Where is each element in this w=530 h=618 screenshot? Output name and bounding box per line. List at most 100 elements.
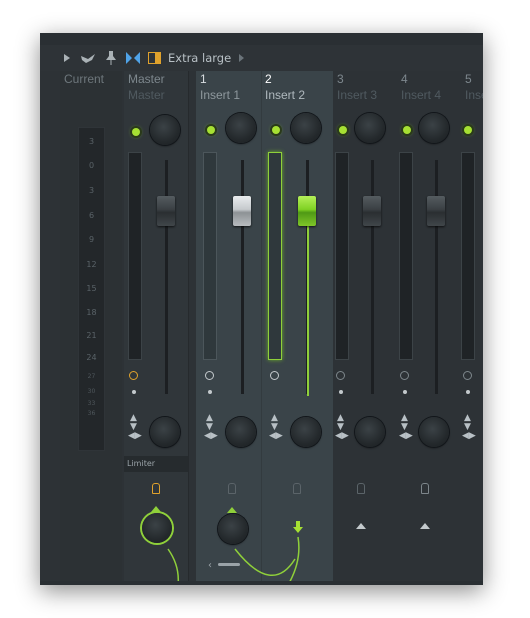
current-header: Current (64, 71, 124, 115)
insert-swap-updown-icon-3[interactable]: ▲ ▼ (337, 414, 344, 432)
master-swap-leftright-icon[interactable]: ◀▶ (128, 432, 142, 441)
scale-label: 12 (86, 260, 97, 269)
insert-name-5: Inse (465, 88, 483, 102)
insert-send-arrow-icon-4[interactable] (420, 523, 430, 529)
master-fx-label: Limiter (127, 459, 156, 468)
insert-clock-icon-1[interactable] (205, 371, 214, 380)
insert-mute-led-1[interactable] (207, 126, 215, 134)
insert-header-3[interactable]: 3 Insert 3 (337, 71, 397, 115)
master-send-arrow-icon[interactable] (151, 506, 161, 512)
insert-level-meter-4 (399, 152, 413, 360)
insert-stereo-knob-3[interactable] (355, 417, 385, 447)
master-header[interactable]: Master Master (128, 71, 188, 115)
next-arrow-icon[interactable] (236, 49, 246, 67)
insert-pan-knob-2[interactable] (291, 113, 321, 143)
insert-stereo-knob-2[interactable] (291, 417, 321, 447)
scale-label: 3 (88, 137, 95, 146)
insert-pan-knob-4[interactable] (419, 113, 449, 143)
horizontal-scrollbar[interactable] (218, 563, 240, 566)
insert-swap-leftright-icon-3[interactable]: ◀▶ (335, 432, 349, 441)
master-send-knob[interactable] (142, 513, 172, 543)
pin-icon[interactable] (102, 49, 120, 67)
insert-volume-fader-3[interactable] (363, 196, 381, 226)
master-mute-led[interactable] (132, 128, 140, 136)
insert-swap-updown-icon-2[interactable]: ▲ ▼ (271, 414, 278, 432)
insert-strip-3[interactable]: 3 Insert 3 ▲ ▼ ◀▶ (333, 71, 397, 581)
insert-header-5[interactable]: 5 Inse (465, 71, 483, 115)
insert-clock-icon-5[interactable] (463, 371, 472, 380)
master-record-icon[interactable] (152, 483, 160, 494)
insert-send-knob-1[interactable] (218, 514, 248, 544)
master-strip[interactable]: Master Master ▲ ▼ ◀▶ Limiter (124, 71, 188, 581)
master-clock-icon[interactable] (129, 371, 138, 380)
insert-header-1[interactable]: 1 Insert 1 (200, 71, 260, 115)
insert-record-icon-1[interactable] (228, 483, 236, 494)
insert-dot-icon-4 (403, 390, 407, 394)
insert-stereo-knob-4[interactable] (419, 417, 449, 447)
insert-mute-led-5[interactable] (464, 126, 472, 134)
scale-label: 24 (86, 353, 97, 362)
insert-number-3: 3 (337, 72, 344, 86)
insert-level-meter-5 (461, 152, 475, 360)
insert-number-5: 5 (465, 72, 472, 86)
insert-clock-icon-2[interactable] (270, 371, 279, 380)
insert-pan-knob-1[interactable] (226, 113, 256, 143)
insert-swap-leftright-icon-2[interactable]: ◀▶ (269, 432, 283, 441)
insert-send-line-2 (307, 226, 309, 396)
bird-icon[interactable] (78, 49, 98, 67)
insert-swap-updown-icon-4[interactable]: ▲ ▼ (401, 414, 408, 432)
scale-label: 36 (87, 410, 96, 417)
insert-pan-knob-3[interactable] (355, 113, 385, 143)
insert-level-meter-1 (203, 152, 217, 360)
bowtie-icon[interactable] (124, 49, 142, 67)
insert-number-2: 2 (265, 72, 272, 86)
insert-record-icon-2[interactable] (293, 483, 301, 494)
column-divider (188, 71, 189, 581)
insert-send-arrow-icon-3[interactable] (356, 523, 366, 529)
master-fx-slot[interactable]: Limiter (124, 456, 188, 472)
master-number: Master (128, 72, 165, 86)
insert-level-meter-2 (268, 152, 282, 360)
insert-mute-led-3[interactable] (339, 126, 347, 134)
insert-volume-fader-2[interactable] (298, 196, 316, 226)
master-name: Master (128, 88, 165, 102)
insert-send-arrow-icon-1[interactable] (227, 507, 237, 513)
insert-volume-fader-4[interactable] (427, 196, 445, 226)
column-divider (261, 71, 262, 581)
scale-label: 33 (87, 400, 96, 407)
scale-label: 6 (88, 211, 95, 220)
insert-clock-icon-3[interactable] (336, 371, 345, 380)
insert-swap-updown-icon-5[interactable]: ▲ ▼ (464, 414, 471, 432)
master-volume-fader[interactable] (157, 196, 175, 226)
master-swap-updown-icon[interactable]: ▲ ▼ (130, 414, 137, 432)
insert-strip-2[interactable]: 2 Insert 2 ▲ ▼ ◀▶ (261, 71, 333, 581)
insert-header-2[interactable]: 2 Insert 2 (265, 71, 325, 115)
view-size-label[interactable]: Extra large (168, 51, 231, 65)
insert-header-4[interactable]: 4 Insert 4 (401, 71, 461, 115)
panel-icon[interactable] (146, 49, 162, 67)
scroll-left-icon[interactable]: ‹ (208, 560, 212, 571)
insert-mute-led-2[interactable] (272, 126, 280, 134)
insert-volume-fader-1[interactable] (233, 196, 251, 226)
insert-name-4: Insert 4 (401, 88, 442, 102)
master-pan-knob[interactable] (150, 115, 180, 145)
insert-swap-updown-icon-1[interactable]: ▲ ▼ (206, 414, 213, 432)
insert-route-arrow-icon-2[interactable] (293, 521, 303, 535)
insert-swap-leftright-icon-1[interactable]: ◀▶ (204, 432, 218, 441)
insert-strip-1[interactable]: 1 Insert 1 ▲ ▼ ◀▶ (196, 71, 261, 581)
scale-label: 9 (88, 235, 95, 244)
master-stereo-knob[interactable] (150, 417, 180, 447)
mixer-strips: Current 3 0 3 6 9 12 15 18 21 24 27 30 3… (40, 71, 483, 581)
mixer-toolbar: Extra large (40, 45, 483, 71)
insert-strip-5[interactable]: 5 Inse ▲▼ ◀▶ (461, 71, 483, 581)
insert-mute-led-4[interactable] (403, 126, 411, 134)
insert-stereo-knob-1[interactable] (226, 417, 256, 447)
insert-record-icon-4[interactable] (421, 483, 429, 494)
insert-strip-4[interactable]: 4 Insert 4 ▲ ▼ ◀▶ (397, 71, 461, 581)
insert-record-icon-3[interactable] (357, 483, 365, 494)
menu-arrow-icon[interactable] (62, 49, 72, 67)
insert-clock-icon-4[interactable] (400, 371, 409, 380)
insert-swap-leftright-icon-5[interactable]: ◀▶ (462, 432, 476, 441)
insert-level-meter-3 (335, 152, 349, 360)
insert-swap-leftright-icon-4[interactable]: ◀▶ (399, 432, 413, 441)
